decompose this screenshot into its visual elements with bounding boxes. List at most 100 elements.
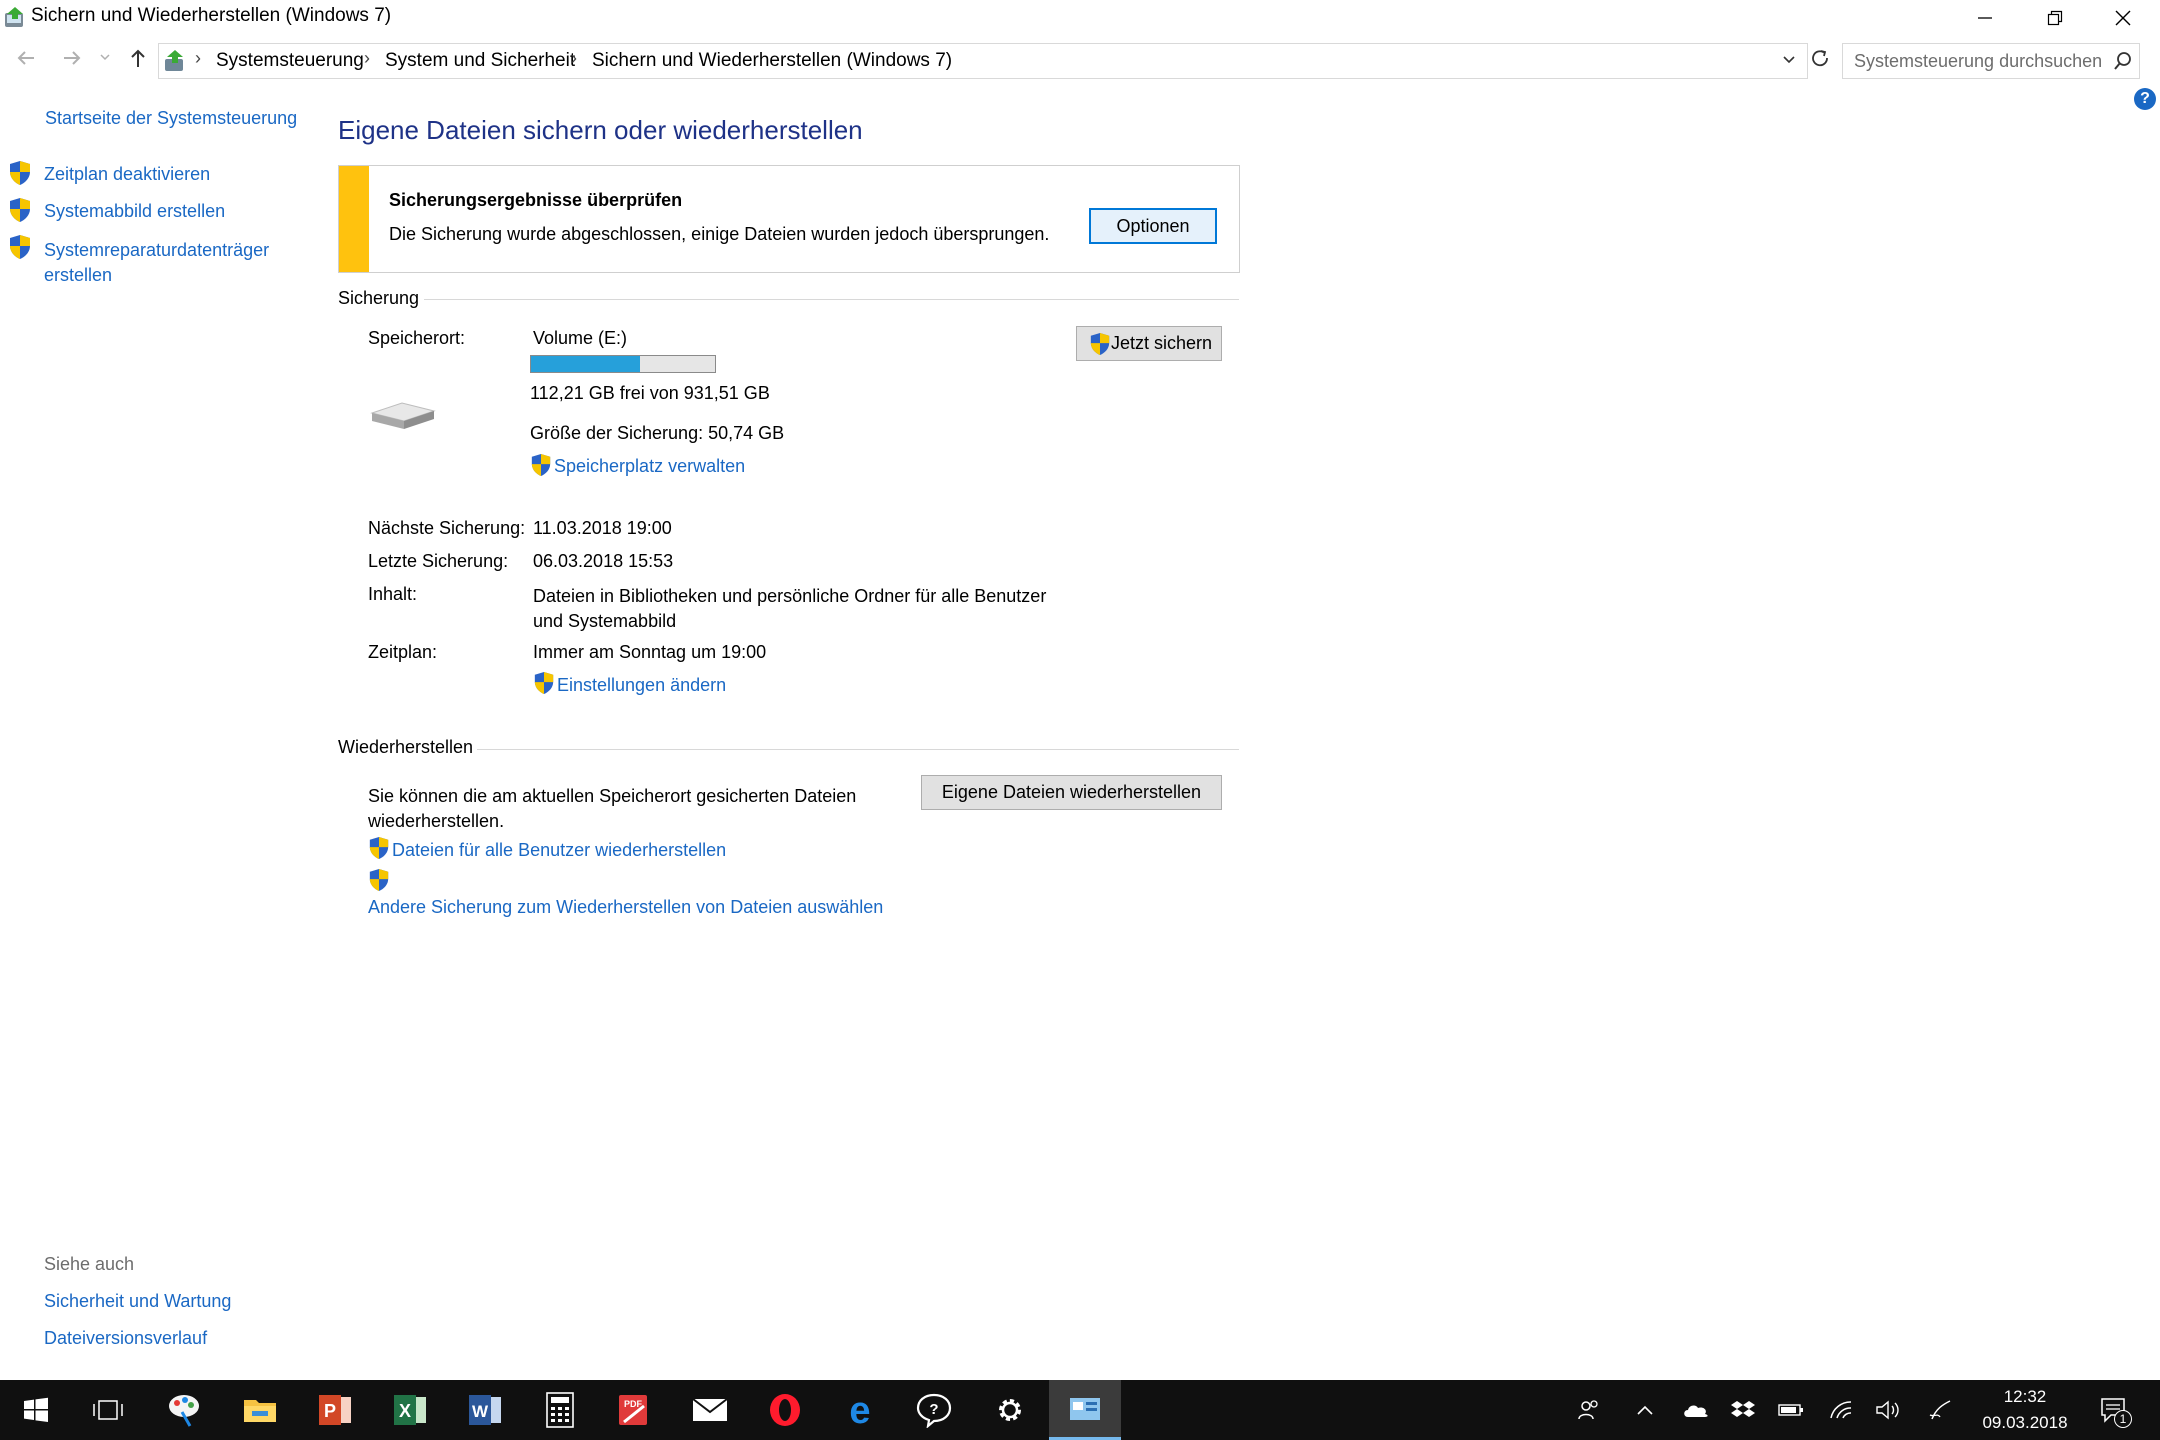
start-button[interactable] (0, 1380, 72, 1440)
backup-restore-app-icon (2, 5, 28, 31)
disk-usage-bar (530, 355, 716, 373)
section-divider (477, 749, 1239, 750)
address-bar[interactable]: › Systemsteuerung › System und Sicherhei… (158, 43, 1808, 79)
control-panel-icon (1070, 1397, 1100, 1420)
sidebar-item-systemreparaturdatentraeger[interactable]: Systemreparaturdatenträger erstellen (44, 238, 269, 288)
onedrive-icon[interactable] (1678, 1380, 1714, 1440)
location-label: Speicherort: (368, 328, 466, 348)
schedule-label: Zeitplan: (368, 642, 438, 662)
action-center-button[interactable]: 1 (2094, 1380, 2134, 1440)
restore-all-users-link[interactable]: Dateien für alle Benutzer wiederherstell… (392, 840, 726, 861)
taskbar-app-word[interactable]: W (449, 1380, 521, 1440)
content-value-line: und Systemabbild (533, 611, 677, 631)
backup-now-button[interactable]: Jetzt sichern (1076, 326, 1222, 361)
taskbar-app-feedback[interactable]: ? (898, 1380, 970, 1440)
volume-icon[interactable] (1872, 1380, 1904, 1440)
sidebar-item-zeitplan-deaktivieren[interactable]: Zeitplan deaktivieren (44, 164, 210, 185)
mail-icon (692, 1398, 728, 1421)
manage-space-link[interactable]: Speicherplatz verwalten (554, 456, 745, 477)
taskbar-app-calculator[interactable] (524, 1380, 596, 1440)
restore-my-files-button[interactable]: Eigene Dateien wiederherstellen (921, 775, 1222, 810)
select-other-backup-link[interactable]: Andere Sicherung zum Wiederherstellen vo… (368, 897, 883, 918)
change-settings-link[interactable]: Einstellungen ändern (557, 675, 726, 696)
feedback-icon: ? (916, 1393, 952, 1428)
pen-workspace-icon[interactable] (1924, 1380, 1958, 1440)
content-value-line: Dateien in Bibliotheken und persönliche … (533, 586, 1047, 606)
taskbar-app-powerpoint[interactable]: P (299, 1380, 371, 1440)
svg-text:X: X (399, 1401, 411, 1421)
battery-icon[interactable] (1776, 1380, 1806, 1440)
drive-icon (368, 395, 438, 435)
shield-icon (368, 868, 390, 892)
taskbar-app-mail[interactable] (674, 1380, 746, 1440)
next-backup-label: Nächste Sicherung: (368, 518, 526, 538)
taskbar-app-control-panel-active[interactable] (1049, 1380, 1121, 1440)
refresh-icon (1812, 50, 1828, 67)
search-icon[interactable] (2113, 51, 2133, 71)
excel-icon: X (394, 1395, 426, 1425)
breadcrumb-systemsteuerung[interactable]: Systemsteuerung (216, 50, 364, 72)
address-dropdown-button[interactable] (1781, 52, 1801, 72)
refresh-button[interactable] (1808, 46, 1838, 76)
shield-icon (8, 197, 32, 223)
see-also-link-dateiversionsverlauf[interactable]: Dateiversionsverlauf (44, 1328, 207, 1349)
shield-icon (1089, 332, 1111, 356)
taskbar-app-opera[interactable] (749, 1380, 821, 1440)
help-icon[interactable]: ? (2134, 88, 2156, 110)
restore-section-title: Wiederherstellen (338, 737, 474, 757)
control-panel-icon (161, 47, 189, 75)
breadcrumb-current[interactable]: Sichern und Wiederherstellen (Windows 7) (592, 50, 952, 72)
task-view-button[interactable] (72, 1380, 144, 1440)
pdf-editor-icon: PDF (619, 1395, 647, 1425)
search-input[interactable]: Systemsteuerung durchsuchen (1854, 51, 2102, 72)
opera-icon (770, 1394, 800, 1426)
settings-icon (999, 1399, 1021, 1421)
backup-section-title: Sicherung (338, 288, 420, 308)
taskbar-app-paint[interactable] (148, 1380, 220, 1440)
dropbox-icon[interactable] (1728, 1380, 1758, 1440)
chevron-down-icon (100, 54, 110, 61)
arrow-right-icon (64, 51, 81, 65)
restore-description-line: Sie können die am aktuellen Speicherort … (368, 786, 857, 806)
taskbar-app-file-explorer[interactable] (224, 1380, 296, 1440)
people-icon[interactable] (1572, 1380, 1606, 1440)
edge-icon: e (849, 1392, 870, 1428)
breadcrumb-system-und-sicherheit[interactable]: System und Sicherheit (385, 50, 575, 72)
search-box[interactable]: Systemsteuerung durchsuchen (1842, 43, 2140, 79)
sidebar-item-systemabbild-erstellen[interactable]: Systemabbild erstellen (44, 201, 225, 222)
back-button[interactable] (14, 46, 44, 74)
last-backup-value: 06.03.2018 15:53 (533, 551, 674, 571)
options-button[interactable]: Optionen (1089, 208, 1217, 244)
wifi-icon[interactable] (1826, 1380, 1856, 1440)
close-icon (2115, 10, 2131, 26)
recent-locations-button[interactable] (98, 50, 118, 70)
forward-button[interactable] (60, 46, 90, 74)
shield-icon (8, 160, 32, 186)
up-button[interactable] (126, 46, 154, 74)
see-also-link-sicherheit-wartung[interactable]: Sicherheit und Wartung (44, 1291, 231, 1312)
sidebar-home-link[interactable]: Startseite der Systemsteuerung (45, 108, 297, 129)
minimize-button[interactable] (1950, 0, 2020, 36)
restore-button[interactable] (2020, 0, 2090, 36)
title-bar: Sichern und Wiederherstellen (Windows 7) (0, 0, 2160, 38)
clock-time: 12:32 (2003, 1387, 2047, 1406)
restore-icon (2047, 10, 2063, 26)
svg-text:?: ? (929, 1401, 938, 1418)
show-hidden-icons-chevron-up-icon[interactable] (1630, 1380, 1660, 1440)
restore-description: Sie können die am aktuellen Speicherort … (368, 784, 856, 834)
minimize-icon (1978, 17, 1992, 19)
content-value: Dateien in Bibliotheken und persönliche … (533, 584, 1046, 634)
taskbar-app-edge[interactable]: e (824, 1380, 896, 1440)
taskbar-app-pdf-editor[interactable]: PDF (598, 1380, 670, 1440)
clock[interactable]: 12:32 09.03.2018 (1970, 1380, 2080, 1440)
word-icon: W (469, 1395, 501, 1425)
taskbar-app-excel[interactable]: X (374, 1380, 446, 1440)
taskbar-app-settings[interactable] (974, 1380, 1046, 1440)
close-button[interactable] (2088, 0, 2158, 36)
backup-now-label: Jetzt sichern (1111, 333, 1213, 353)
backup-results-notice: Sicherungsergebnisse überprüfen Die Sich… (338, 165, 1240, 273)
task-view-icon (93, 1400, 123, 1420)
svg-text:P: P (324, 1401, 336, 1421)
free-space-text: 112,21 GB frei von 931,51 GB (530, 383, 770, 403)
arrow-left-icon (17, 51, 34, 65)
